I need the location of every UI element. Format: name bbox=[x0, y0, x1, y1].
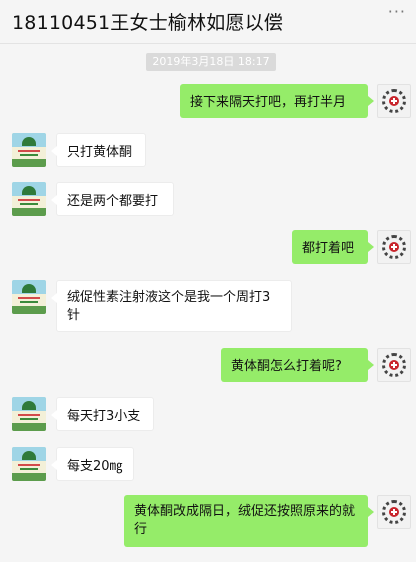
message-text: 黄体酮改成隔日，绒促还按照原来的就行 bbox=[134, 504, 356, 537]
contact-avatar[interactable] bbox=[12, 397, 46, 431]
message-bubble-outgoing[interactable]: 黄体酮改成隔日，绒促还按照原来的就行 bbox=[124, 495, 374, 547]
message-bubble-outgoing[interactable]: 黄体酮怎么打着呢? bbox=[221, 348, 374, 382]
message-timestamp: 2019年3月18日 18:17 bbox=[146, 53, 276, 71]
self-avatar[interactable] bbox=[377, 230, 411, 264]
self-avatar[interactable] bbox=[377, 348, 411, 382]
contact-avatar[interactable] bbox=[12, 280, 46, 314]
message-text: 每天打3小支 bbox=[67, 409, 141, 424]
message-bubble-incoming[interactable]: 只打黄体酮 bbox=[51, 133, 146, 167]
message-text: 都打着吧 bbox=[302, 241, 355, 256]
self-avatar[interactable] bbox=[377, 84, 411, 118]
message-bubble-outgoing[interactable]: 都打着吧 bbox=[292, 230, 374, 264]
contact-avatar[interactable] bbox=[12, 447, 46, 481]
message-bubble-incoming[interactable]: 每支20㎎ bbox=[51, 447, 134, 481]
message-text: 绒促性素注射液这个是我一个周打3针 bbox=[67, 290, 271, 323]
contact-avatar[interactable] bbox=[12, 133, 46, 167]
message-text: 还是两个都要打 bbox=[67, 194, 159, 209]
message-bubble-outgoing[interactable]: 接下来隔天打吧，再打半月 bbox=[180, 84, 374, 118]
contact-avatar[interactable] bbox=[12, 182, 46, 216]
self-avatar[interactable] bbox=[377, 495, 411, 529]
more-dots-icon[interactable]: ··· bbox=[388, 2, 406, 21]
message-bubble-incoming[interactable]: 还是两个都要打 bbox=[51, 182, 174, 216]
message-text: 只打黄体酮 bbox=[67, 145, 133, 160]
message-bubble-incoming[interactable]: 每天打3小支 bbox=[51, 397, 154, 431]
message-bubble-incoming[interactable]: 绒促性素注射液这个是我一个周打3针 bbox=[51, 280, 292, 332]
chat-title: 18110451王女士榆林如愿以偿 bbox=[12, 12, 284, 34]
message-text: 接下来隔天打吧，再打半月 bbox=[190, 95, 347, 110]
message-text: 黄体酮怎么打着呢? bbox=[231, 359, 342, 374]
chat-header: 18110451王女士榆林如愿以偿 ··· bbox=[0, 0, 416, 44]
message-text: 每支20㎎ bbox=[67, 459, 123, 474]
